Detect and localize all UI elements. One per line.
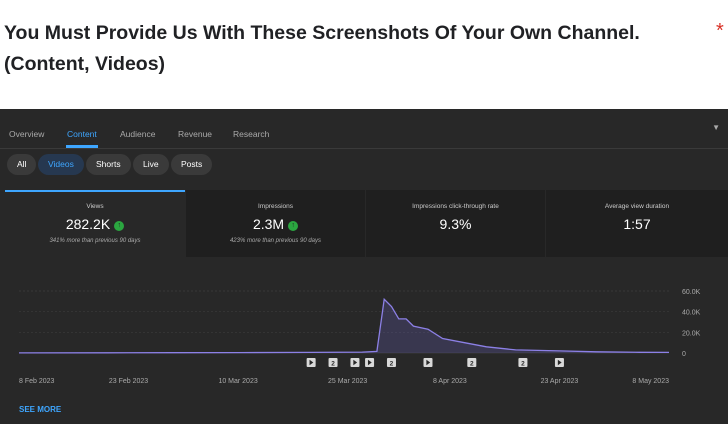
views-chart: 60.0K 40.0K 20.0K 0 8 Feb 2023 23 Feb 2023 10 … bbox=[18, 289, 701, 385]
x-tick-label: 23 Feb 2023 bbox=[109, 378, 148, 385]
y-tick-label: 60.0K bbox=[682, 289, 701, 296]
video-marker-count: 2 bbox=[331, 360, 335, 367]
analytics-panel: Overview Content Audience Revenue Resear… bbox=[0, 109, 728, 424]
x-tick-label: 8 Feb 2023 bbox=[19, 378, 55, 385]
x-tick-label: 25 Mar 2023 bbox=[328, 378, 367, 385]
y-tick-label: 0 bbox=[682, 351, 686, 358]
x-tick-label: 10 Mar 2023 bbox=[218, 378, 257, 385]
series-line bbox=[18, 297, 670, 354]
required-asterisk: * bbox=[716, 20, 724, 42]
question-title: You Must Provide Us With These Screensho… bbox=[4, 22, 640, 75]
video-marker-count: 2 bbox=[390, 360, 394, 367]
video-marker-count: 2 bbox=[521, 360, 525, 367]
y-tick-label: 40.0K bbox=[682, 310, 701, 317]
see-more-link[interactable]: SEE MORE bbox=[19, 405, 61, 414]
series-area bbox=[19, 299, 669, 353]
x-tick-label: 8 Apr 2023 bbox=[433, 378, 467, 385]
y-tick-label: 20.0K bbox=[682, 330, 701, 337]
x-tick-label: 23 Apr 2023 bbox=[541, 378, 579, 385]
x-tick-label: 8 May 2023 bbox=[632, 378, 669, 385]
video-marker-count: 2 bbox=[470, 360, 474, 367]
